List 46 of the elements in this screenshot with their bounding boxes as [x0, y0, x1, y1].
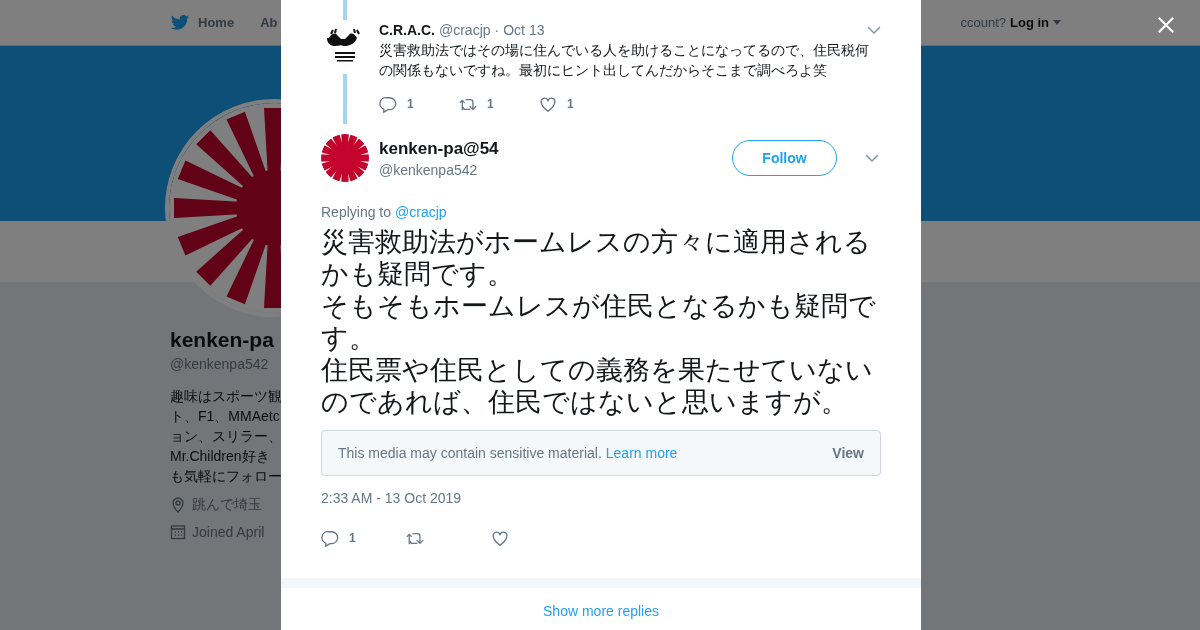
profile-name: kenken-pa — [170, 328, 275, 352]
learn-more-link[interactable]: Learn more — [605, 445, 678, 461]
follow-button[interactable]: Follow — [732, 140, 837, 176]
tweet-text: 災害救助法がホームレスの方々に適用されるかも疑問です。 — [321, 226, 872, 290]
bio-line: ョン、スリラー、 — [170, 427, 283, 446]
chevron-icon[interactable] — [865, 154, 879, 162]
about-link[interactable]: Ab — [260, 15, 278, 30]
reply-icon[interactable] — [379, 95, 397, 113]
location-text: 跳んで埼玉 — [192, 496, 262, 514]
heart-icon[interactable] — [539, 95, 557, 113]
reply-icon[interactable] — [321, 529, 339, 547]
login-link[interactable]: Log in — [1010, 15, 1049, 30]
chevron-icon[interactable] — [867, 26, 881, 34]
tweet-text: 災害救助法ではその場に住んでいる人を助けることになってるので、住民税何の関係もないですね。最初にヒント出してんだからそこまで調べろよ笑 — [379, 41, 870, 80]
author-handle[interactable]: @kenkenpa542 — [379, 161, 722, 178]
avatar[interactable] — [321, 134, 369, 182]
bio-line: も気軽にフォロー — [170, 467, 283, 486]
calendar-icon — [170, 524, 186, 540]
show-more-replies-link[interactable]: Show more replies — [543, 603, 659, 619]
caret-icon[interactable] — [1053, 20, 1061, 25]
joined-text: Joined April — [192, 524, 265, 540]
action-count: 1 — [487, 97, 494, 111]
timestamp: 2:33 AM - 13 Oct 2019 — [321, 490, 463, 506]
profile-handle: @kenkenpa542 — [170, 356, 270, 372]
author-name[interactable]: C.R.A.C. — [379, 22, 435, 38]
notice-text: This media may contain sensitive material. — [338, 445, 602, 461]
close-icon[interactable] — [1157, 16, 1175, 34]
tweet-text: そもそもホームレスが住民となるかも疑問です。 — [321, 290, 877, 354]
mention-link[interactable]: @cracjp — [395, 204, 447, 220]
replying-label: Replying to — [321, 204, 392, 220]
view-button[interactable]: View — [832, 445, 864, 461]
tweet-text: 住民票や住民としての義務を果たせていないのであれば、住民ではないと思いますが。 — [321, 354, 874, 418]
action-count: 1 — [407, 97, 414, 111]
account-prompt: ccount? — [960, 15, 1006, 30]
bio-line: Mr.Children好き — [170, 447, 271, 466]
author-name[interactable]: kenken-pa@54 — [379, 138, 722, 159]
heart-icon[interactable] — [491, 529, 509, 547]
separator-dot: · — [494, 22, 500, 38]
home-link[interactable]: Home — [198, 15, 235, 30]
tweet-date[interactable]: Oct 13 — [503, 22, 545, 38]
author-handle[interactable]: @cracjp — [439, 22, 491, 38]
location-icon — [170, 497, 186, 513]
action-count: 1 — [567, 97, 574, 111]
bio-line: ト、F1、MMAetc — [170, 407, 281, 426]
bio-line: 趣味はスポーツ観 — [170, 387, 283, 406]
action-count: 1 — [349, 531, 356, 545]
